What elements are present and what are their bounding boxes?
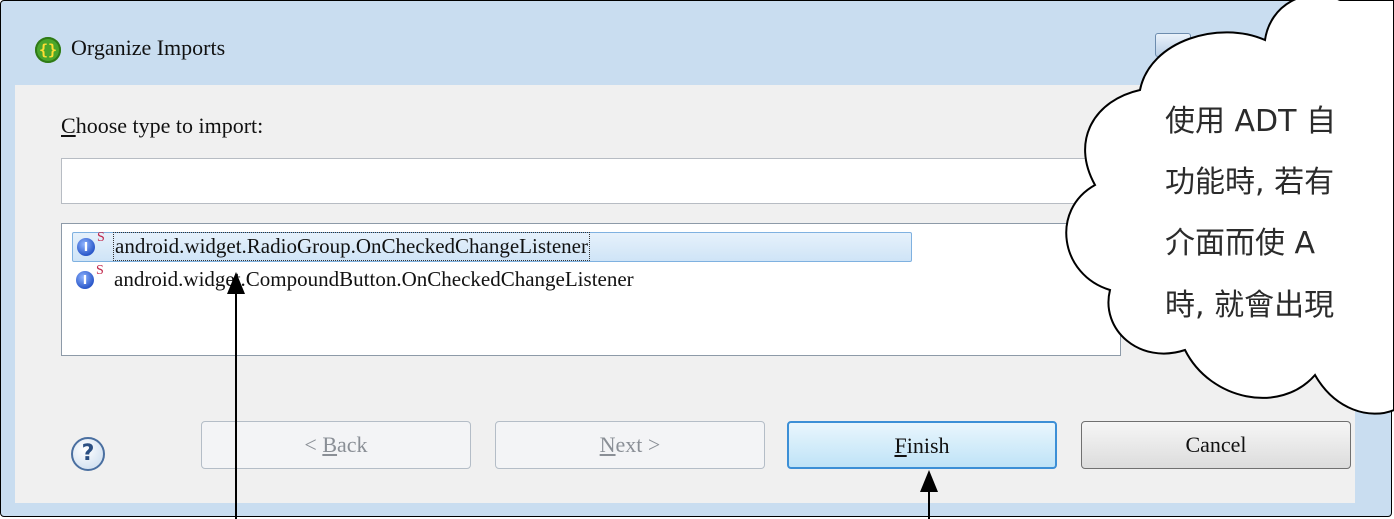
list-item-label: android.widget.CompoundButton.OnCheckedC… [114, 267, 634, 291]
next-button[interactable]: Next > [495, 421, 765, 469]
interface-icon: I [77, 238, 95, 256]
help-icon[interactable]: ? [71, 437, 105, 471]
static-badge: S [97, 230, 105, 245]
braces-icon: {} [35, 37, 61, 63]
static-badge: S [96, 263, 104, 278]
callout-line: 功能時, 若有 [1165, 165, 1335, 200]
annotation-arrow-list [235, 290, 237, 519]
type-list[interactable]: I S android.widget.RadioGroup.OnCheckedC… [61, 223, 1121, 356]
callout-line: 介面而使 A [1165, 226, 1316, 261]
window-title: Organize Imports [71, 35, 226, 60]
interface-icon: I [76, 271, 94, 289]
back-button[interactable]: < Back [201, 421, 471, 469]
type-filter-input[interactable] [61, 158, 1121, 204]
list-item[interactable]: I S android.widget.CompoundButton.OnChec… [72, 263, 912, 296]
arrow-head-icon [920, 470, 938, 492]
finish-button[interactable]: Finish [787, 421, 1057, 469]
callout-line: 使用 ADT 自 [1165, 104, 1337, 139]
arrow-head-icon [227, 272, 245, 294]
list-item-label: android.widget.RadioGroup.OnCheckedChang… [113, 232, 590, 261]
callout-line: 時, 就會出現 [1165, 288, 1335, 323]
choose-type-label: Choose type to import: [61, 113, 264, 138]
annotation-arrow-finish [928, 488, 930, 519]
list-item[interactable]: I S android.widget.RadioGroup.OnCheckedC… [72, 230, 912, 262]
